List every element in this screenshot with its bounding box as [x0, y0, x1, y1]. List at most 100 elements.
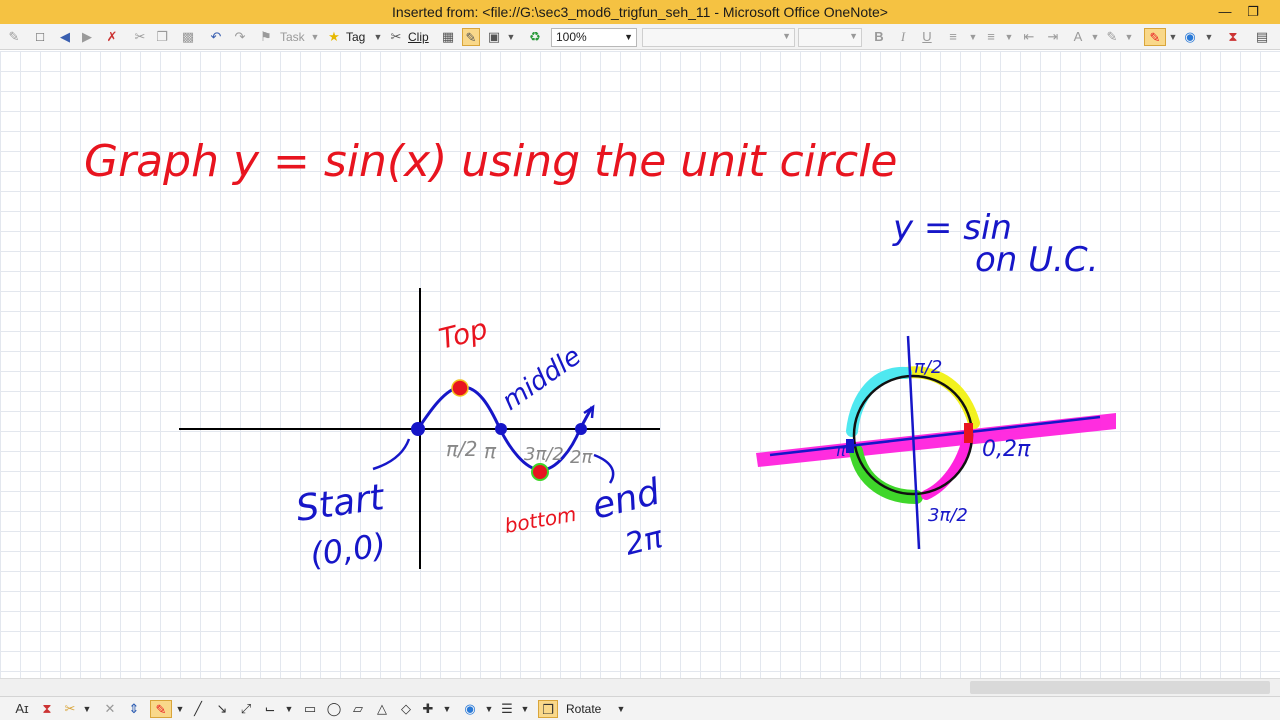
cut-icon[interactable]: ✂ — [132, 28, 148, 46]
line-icon[interactable]: ╱ — [190, 700, 206, 718]
forward-icon[interactable]: ▶ — [80, 28, 94, 46]
diamond-icon[interactable]: ◇ — [398, 700, 414, 718]
insert-space-icon[interactable]: ⇕ — [126, 700, 142, 718]
chevron-down-icon[interactable]: ▼ — [175, 700, 185, 718]
arrow-icon[interactable]: ↘ — [214, 700, 230, 718]
point-zero — [964, 423, 973, 443]
chevron-down-icon[interactable]: ▼ — [1124, 28, 1134, 46]
color-palette-icon[interactable]: ◉ — [1182, 28, 1198, 46]
drawing-toolbar: Aɪ ⧗ ✂ ▼ ✕ ⇕ ✎ ▼ ╱ ↘ ⤢ ⌙ ▼ ▭ ◯ ▱ △ ◇ ✚ ▼… — [0, 696, 1280, 720]
double-arrow-icon[interactable]: ⤢ — [238, 700, 254, 718]
decrease-indent-icon[interactable]: ⇤ — [1020, 28, 1038, 46]
lasso-icon[interactable]: ⧗ — [1224, 28, 1242, 46]
font-select[interactable]: ▼ — [642, 28, 795, 47]
delete-icon[interactable]: ✗ — [104, 28, 120, 46]
chevron-down-icon: ▼ — [624, 32, 633, 42]
label-start: Start — [294, 477, 389, 530]
label-start-point: (0,0) — [308, 526, 388, 574]
yellow-highlight — [900, 366, 980, 429]
task-flag-icon[interactable]: ⚑ — [258, 28, 274, 46]
eraser-icon[interactable]: ✂ — [62, 700, 78, 718]
options-icon[interactable]: ▤ — [1254, 28, 1270, 46]
chevron-down-icon[interactable]: ▼ — [310, 28, 320, 46]
new-page-icon[interactable]: □ — [32, 28, 48, 46]
text-mode-icon[interactable]: Aɪ — [12, 700, 32, 718]
paste-icon[interactable]: ▩ — [180, 28, 196, 46]
chevron-down-icon[interactable]: ▼ — [1004, 28, 1014, 46]
triangle-icon[interactable]: △ — [374, 700, 390, 718]
ellipse-icon[interactable]: ◯ — [326, 700, 342, 718]
delete-ink-icon[interactable]: ✕ — [102, 700, 118, 718]
chevron-down-icon[interactable]: ▼ — [1168, 28, 1178, 46]
tick-pi-over-2: π/2 — [446, 437, 478, 461]
chevron-down-icon[interactable]: ▼ — [1204, 28, 1214, 46]
increase-indent-icon[interactable]: ⇥ — [1044, 28, 1062, 46]
table-icon[interactable]: ▦ — [440, 28, 456, 46]
label-top: Top — [436, 312, 491, 356]
parallelogram-icon[interactable]: ▱ — [350, 700, 366, 718]
screen-clip-icon[interactable]: ▣ — [486, 28, 502, 46]
redo-icon[interactable]: ↷ — [232, 28, 248, 46]
chevron-down-icon[interactable]: ▼ — [373, 28, 383, 46]
chevron-down-icon[interactable]: ▼ — [616, 700, 626, 718]
color-icon[interactable]: ◉ — [462, 700, 478, 718]
axes-icon[interactable]: ⌙ — [262, 700, 278, 718]
maximize-button[interactable]: ❐ — [1240, 0, 1266, 24]
tick-3pi-over-2: 3π/2 — [524, 444, 564, 465]
rectangle-icon[interactable]: ▭ — [302, 700, 318, 718]
label-end-value: 2π — [621, 520, 666, 563]
task-button[interactable]: Task — [280, 28, 305, 46]
numbering-icon[interactable]: ≡ — [982, 28, 1000, 46]
chevron-down-icon[interactable]: ▼ — [968, 28, 978, 46]
chevron-down-icon[interactable]: ▼ — [82, 700, 92, 718]
label-middle: middle — [497, 341, 587, 416]
tag-star-icon[interactable]: ★ — [326, 28, 342, 46]
chevron-down-icon[interactable]: ▼ — [442, 700, 452, 718]
chevron-down-icon[interactable]: ▼ — [506, 28, 516, 46]
active-pen-icon[interactable]: ✎ — [150, 700, 172, 718]
heading-ink: Graph y = sin(x) using the unit circle — [84, 136, 897, 187]
standard-toolbar: ✎ □ ◀ ▶ ✗ ✂ ❐ ▩ ↶ ↷ ⚑ Task ▼ ★ Tag ▼ ✂ C… — [0, 24, 1280, 50]
bullets-icon[interactable]: ≡ — [944, 28, 962, 46]
undo-icon[interactable]: ↶ — [208, 28, 224, 46]
clip-button[interactable]: Clip — [408, 28, 429, 46]
highlight-icon[interactable]: ✎ — [1104, 28, 1120, 46]
back-icon[interactable]: ◀ — [58, 28, 72, 46]
rotate-button[interactable]: Rotate — [566, 700, 601, 718]
zoom-value: 100% — [556, 30, 587, 44]
chevron-down-icon[interactable]: ▼ — [484, 700, 494, 718]
font-size-select[interactable]: ▼ — [798, 28, 862, 47]
title-bar: Inserted from: <file://G:\sec3_mod6_trig… — [0, 0, 1280, 24]
italic-button[interactable]: I — [896, 28, 910, 46]
coordinate-icon[interactable]: ✚ — [420, 700, 436, 718]
pen-mode-icon[interactable]: ✎ — [462, 28, 480, 46]
underline-button[interactable]: U — [920, 28, 934, 46]
tag-button[interactable]: Tag — [346, 28, 365, 46]
start-pointer — [372, 438, 411, 471]
arrange-icon[interactable]: ❐ — [538, 700, 558, 718]
note-canvas[interactable]: Graph y = sin(x) using the unit circle y… — [0, 51, 1280, 678]
scrollbar-thumb[interactable] — [970, 681, 1270, 694]
font-color-icon[interactable]: A — [1070, 28, 1086, 46]
chevron-down-icon[interactable]: ▼ — [284, 700, 294, 718]
pen-color-icon[interactable]: ✎ — [1144, 28, 1166, 46]
note-line2: on U.C. — [975, 240, 1098, 280]
pen-icon[interactable]: ✎ — [6, 28, 22, 46]
horizontal-scrollbar[interactable] — [0, 678, 1280, 696]
point-bottom — [531, 463, 549, 481]
minimize-button[interactable]: — — [1212, 0, 1238, 24]
point-top — [451, 379, 469, 397]
line-weight-icon[interactable]: ☰ — [498, 700, 516, 718]
chevron-down-icon[interactable]: ▼ — [1090, 28, 1100, 46]
chevron-down-icon[interactable]: ▼ — [520, 700, 530, 718]
green-highlight — [849, 444, 923, 504]
sync-icon[interactable]: ♻ — [527, 28, 543, 46]
clip-icon[interactable]: ✂ — [388, 28, 404, 46]
bold-button[interactable]: B — [872, 28, 886, 46]
zoom-select[interactable]: 100% ▼ — [551, 28, 637, 47]
lasso-select-icon[interactable]: ⧗ — [38, 700, 56, 718]
chevron-down-icon: ▼ — [782, 31, 791, 41]
copy-icon[interactable]: ❐ — [154, 28, 170, 46]
circle-label-left: π — [836, 441, 846, 460]
end-pointer — [593, 453, 615, 484]
